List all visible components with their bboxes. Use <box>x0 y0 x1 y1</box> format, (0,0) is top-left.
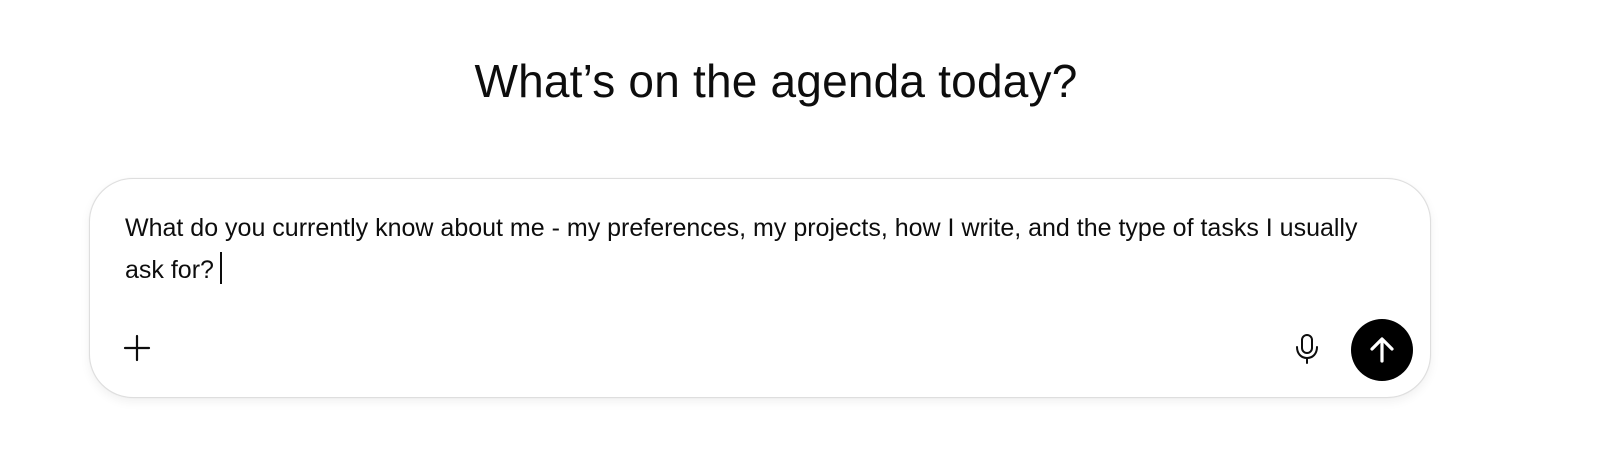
send-button[interactable] <box>1351 319 1413 381</box>
plus-icon <box>123 334 151 362</box>
chat-home: What’s on the agenda today? What do you … <box>0 0 1600 466</box>
voice-input-button[interactable] <box>1286 328 1328 370</box>
arrow-up-icon <box>1367 335 1397 365</box>
text-caret <box>219 252 222 284</box>
prompt-composer: What do you currently know about me - my… <box>89 178 1431 398</box>
prompt-text: What do you currently know about me - my… <box>125 214 1358 284</box>
attach-button[interactable] <box>117 328 157 368</box>
prompt-input[interactable]: What do you currently know about me - my… <box>125 207 1395 291</box>
microphone-icon <box>1294 333 1320 365</box>
page-title: What’s on the agenda today? <box>474 55 1078 107</box>
